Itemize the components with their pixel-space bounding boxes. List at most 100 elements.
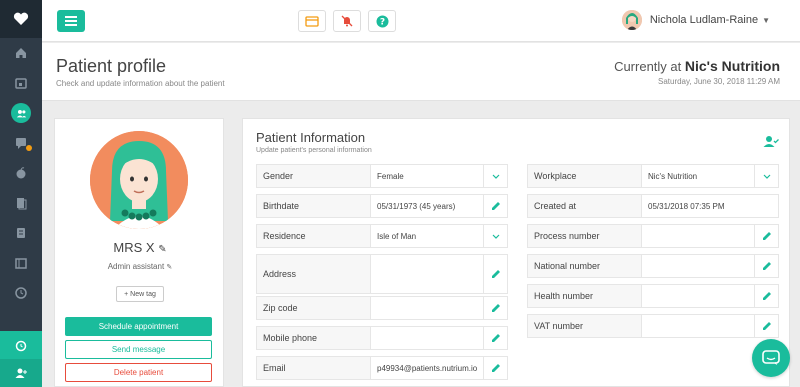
field-address: Address	[256, 254, 508, 294]
field-national-number: National number	[527, 254, 779, 278]
current-datetime: Saturday, June 30, 2018 11:29 AM	[657, 77, 780, 86]
delete-patient-button[interactable]: Delete patient	[65, 363, 212, 382]
field-label: Gender	[257, 165, 371, 187]
edit-name-icon[interactable]: ✎	[158, 244, 166, 255]
edit-pencil-icon[interactable]	[754, 285, 778, 307]
email-value: p49934@patients.nutrium.io	[377, 363, 478, 373]
sidebar-item-add-user[interactable]	[0, 359, 42, 387]
notifications-button[interactable]	[333, 10, 361, 32]
field-label: Zip code	[257, 297, 371, 319]
edit-pencil-icon[interactable]	[483, 255, 507, 293]
health-number-value	[642, 285, 754, 307]
field-label: Process number	[528, 225, 642, 247]
field-label: Email	[257, 357, 371, 379]
workplace-select[interactable]: Nic's Nutrition	[642, 165, 754, 187]
patient-name: MRS X ✎	[55, 240, 225, 255]
svg-text:?: ?	[379, 17, 384, 27]
field-birthdate: Birthdate 05/31/1973 (45 years)	[256, 194, 508, 218]
process-number-value	[642, 225, 754, 247]
new-tag-button[interactable]: + New tag	[116, 286, 164, 302]
history-icon	[15, 287, 27, 299]
field-health-number: Health number	[527, 284, 779, 308]
field-email: Email p49934@patients.nutrium.io	[256, 356, 508, 380]
sidebar-item-library[interactable]	[0, 248, 42, 278]
sidebar-item-history[interactable]	[0, 278, 42, 308]
library-icon	[15, 258, 27, 269]
address-value	[371, 255, 483, 293]
avatar	[621, 10, 642, 30]
page-header: Patient profile Check and update informa…	[42, 43, 800, 101]
section-subtitle: Update patient's personal information	[256, 147, 372, 154]
chat-icon	[762, 350, 780, 365]
home-icon	[16, 48, 26, 58]
edit-pencil-icon[interactable]	[483, 297, 507, 319]
edit-pencil-icon[interactable]	[754, 225, 778, 247]
help-icon: ?	[376, 15, 388, 27]
chat-widget-button[interactable]	[752, 339, 790, 377]
patients-icon	[16, 109, 26, 117]
field-created-at: Created at 05/31/2018 07:35 PM	[527, 194, 779, 218]
patient-avatar[interactable]	[90, 131, 188, 229]
apple-icon	[16, 167, 26, 179]
current-location: Currently at Nic's Nutrition	[614, 58, 780, 74]
chevron-down-icon: ▼	[762, 15, 770, 25]
menu-button[interactable]	[57, 10, 85, 32]
sidebar-item-messages[interactable]	[0, 128, 42, 158]
chevron-down-icon[interactable]	[483, 225, 507, 247]
field-residence: Residence Isle of Man	[256, 224, 508, 248]
top-bar: ? Nichola Ludlam-Raine ▼	[42, 0, 800, 42]
user-check-icon[interactable]	[763, 135, 779, 153]
bell-off-icon	[341, 15, 353, 27]
field-label: Mobile phone	[257, 327, 371, 349]
user-menu[interactable]: Nichola Ludlam-Raine ▼	[621, 10, 770, 30]
edit-role-icon[interactable]: ✎	[166, 264, 172, 271]
hamburger-icon	[65, 16, 77, 26]
sidebar-item-calendar[interactable]	[0, 68, 42, 98]
patient-profile-card: MRS X ✎ Admin assistant ✎ + New tag Sche…	[54, 118, 224, 387]
alarm-icon	[15, 340, 27, 352]
field-vat-number: VAT number	[527, 314, 779, 338]
calendar-icon	[15, 78, 27, 89]
field-label: Workplace	[528, 165, 642, 187]
sidebar-item-patients[interactable]	[0, 98, 42, 128]
field-label: VAT number	[528, 315, 642, 337]
edit-pencil-icon[interactable]	[754, 315, 778, 337]
heart-logo-icon[interactable]	[0, 0, 42, 38]
patient-role-text: Admin assistant	[107, 262, 165, 271]
patient-information-card: Patient Information Update patient's per…	[242, 118, 790, 387]
page-title: Patient profile	[56, 56, 167, 76]
page-subtitle: Check and update information about the p…	[56, 79, 225, 88]
schedule-appointment-button[interactable]: Schedule appointment	[65, 317, 212, 336]
edit-pencil-icon[interactable]	[483, 195, 507, 217]
chevron-down-icon[interactable]	[483, 165, 507, 187]
user-name: Nichola Ludlam-Raine	[649, 14, 759, 26]
edit-pencil-icon[interactable]	[754, 255, 778, 277]
notification-badge	[26, 145, 32, 151]
chevron-down-icon[interactable]	[754, 165, 778, 187]
payments-button[interactable]	[298, 10, 326, 32]
patient-name-text: MRS X	[113, 240, 155, 255]
sidebar-item-home[interactable]	[0, 38, 42, 68]
sidebar-item-alarm[interactable]	[0, 331, 42, 359]
field-workplace: Workplace Nic's Nutrition	[527, 164, 779, 188]
help-button[interactable]: ?	[368, 10, 396, 32]
sidebar-item-documents[interactable]	[0, 188, 42, 218]
field-mobile-phone: Mobile phone	[256, 326, 508, 350]
card-icon	[305, 15, 319, 27]
edit-pencil-icon[interactable]	[483, 327, 507, 349]
mobile-phone-value	[371, 327, 483, 349]
field-zip-code: Zip code	[256, 296, 508, 320]
created-at-value: 05/31/2018 07:35 PM	[648, 201, 725, 211]
patient-role: Admin assistant ✎	[55, 262, 225, 271]
sidebar	[0, 0, 42, 387]
edit-pencil-icon[interactable]	[483, 357, 507, 379]
residence-select[interactable]: Isle of Man	[371, 225, 483, 247]
send-message-button[interactable]: Send message	[65, 340, 212, 359]
sidebar-item-notes[interactable]	[0, 218, 42, 248]
field-label: Address	[257, 255, 371, 293]
field-label: Health number	[528, 285, 642, 307]
gender-select[interactable]: Female	[371, 165, 483, 187]
sidebar-item-nutrition[interactable]	[0, 158, 42, 188]
field-process-number: Process number	[527, 224, 779, 248]
clinic-name: Nic's Nutrition	[684, 58, 780, 74]
